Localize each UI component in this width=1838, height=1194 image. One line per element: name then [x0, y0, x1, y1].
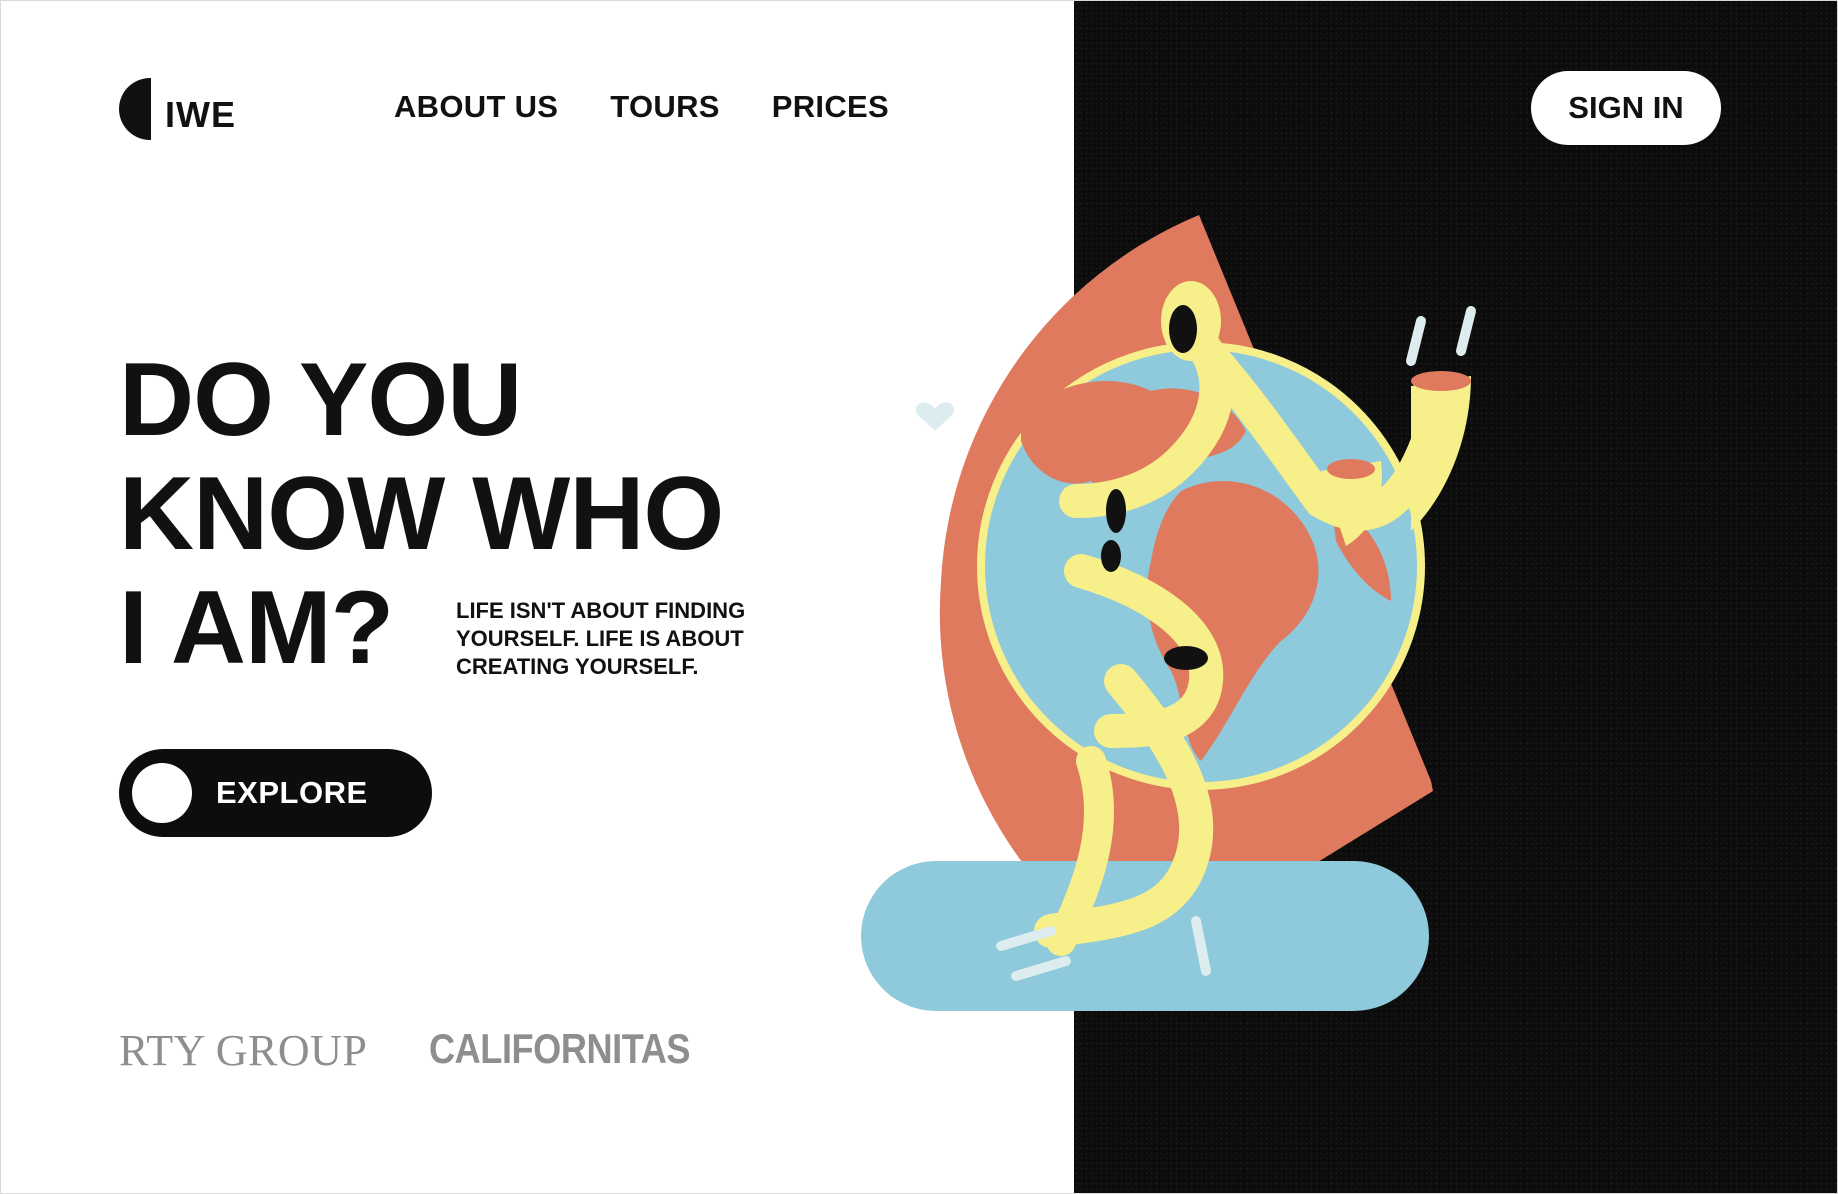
tagline-line: CREATING YOURSELF.: [456, 654, 699, 679]
circle-dot-icon: [132, 763, 192, 823]
sign-in-button[interactable]: SIGN IN: [1531, 71, 1721, 145]
partner-logo-rty-group: RTY GROUP: [119, 1026, 368, 1075]
headline-line: DO YOU: [119, 342, 522, 458]
main-nav: ABOUT US TOURS PRICES: [394, 89, 889, 125]
horn-opening: [1164, 646, 1208, 670]
horn-opening: [1106, 489, 1126, 533]
horn-opening: [1101, 540, 1121, 572]
horn-opening: [1411, 371, 1471, 391]
explore-button[interactable]: EXPLORE: [119, 749, 432, 837]
explore-label: EXPLORE: [216, 775, 368, 810]
brand-name: IWE: [165, 94, 236, 135]
heart-icon: [894, 323, 928, 349]
globe-hugging-figure-illustration: [861, 215, 1476, 1011]
nav-item-tours[interactable]: TOURS: [610, 89, 719, 125]
figure-head-shadow: [1169, 305, 1197, 353]
nav-item-about-us[interactable]: ABOUT US: [394, 89, 558, 125]
brand-logo[interactable]: IWE: [119, 77, 236, 141]
tagline-line: YOURSELF. LIFE IS ABOUT: [456, 626, 744, 651]
figure-horn: [1411, 376, 1471, 531]
hero-tagline: LIFE ISN'T ABOUT FINDING YOURSELF. LIFE …: [456, 597, 786, 681]
horn-opening: [1327, 459, 1375, 479]
landing-page: IWE ABOUT US TOURS PRICES SIGN IN DO YOU…: [0, 0, 1838, 1194]
headline-line: KNOW WHO: [119, 456, 724, 572]
nav-item-prices[interactable]: PRICES: [772, 89, 889, 125]
partner-logo-californitas: CALIFORNITAS: [429, 1025, 691, 1072]
tagline-line: LIFE ISN'T ABOUT FINDING: [456, 598, 746, 623]
half-circle-logo-icon: [119, 78, 151, 140]
heart-icon: [915, 402, 955, 431]
figure-fingers: [1406, 306, 1476, 366]
blue-pill-base: [861, 861, 1429, 1011]
